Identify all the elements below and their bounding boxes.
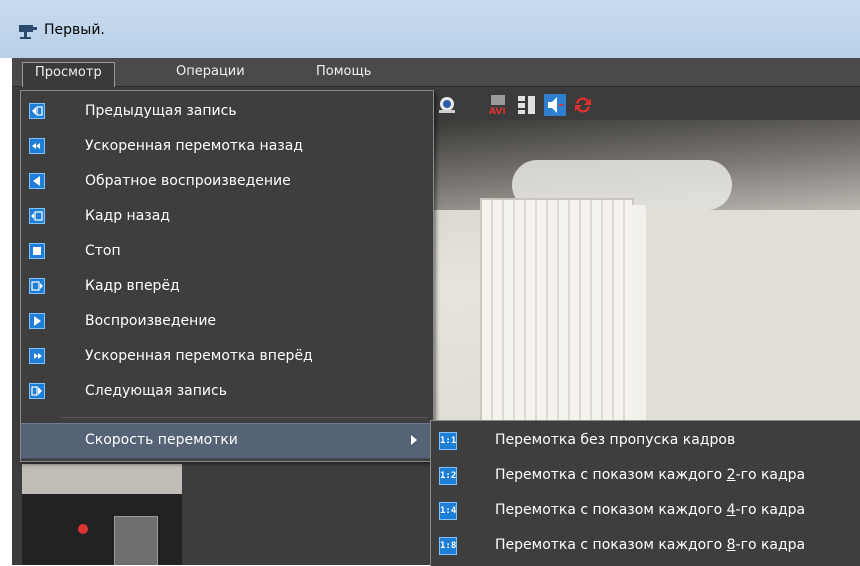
camera-preview[interactable]	[22, 464, 182, 565]
preview-background	[22, 464, 182, 494]
menu-item-label: Предыдущая запись	[85, 103, 237, 119]
rewind-speed-submenu: 1:1 Перемотка без пропуска кадров 1:2 Пе…	[430, 420, 860, 566]
menu-item-previous-record[interactable]: Предыдущая запись	[21, 95, 433, 129]
label-part: -го кадра	[735, 537, 806, 553]
label-part: Перемотка с показом каждого	[495, 537, 727, 553]
label-part: -го кадра	[735, 467, 806, 483]
menu-bar: Просмотр Операции Помощь	[12, 58, 860, 87]
menu-item-label: Стоп	[85, 243, 121, 259]
sync-icon[interactable]	[572, 94, 594, 116]
label-part: Перемотка с показом каждого	[495, 467, 727, 483]
menu-item-label: Воспроизведение	[85, 313, 217, 329]
next-record-icon	[29, 383, 45, 399]
label-accelerator: 4	[726, 502, 736, 518]
menu-item-fast-forward[interactable]: Ускоренная перемотка вперёд	[21, 340, 433, 374]
title-bar: Первый.	[0, 0, 860, 58]
menu-item-frame-back[interactable]: Кадр назад	[21, 200, 433, 234]
layout-icon[interactable]	[516, 94, 538, 116]
menu-item-play[interactable]: Воспроизведение	[21, 305, 433, 339]
toolbar: AVI	[432, 90, 860, 120]
label-part: Перемотка с показом каждого	[495, 502, 727, 518]
label-part: -го кадра	[735, 502, 806, 518]
snapshot-icon[interactable]	[436, 94, 458, 116]
frame-forward-icon	[29, 278, 45, 294]
label-accelerator: 8	[726, 537, 736, 553]
play-icon	[29, 313, 45, 329]
menu-item-fast-rewind[interactable]: Ускоренная перемотка назад	[21, 130, 433, 164]
menu-item-label: Ускоренная перемотка вперёд	[85, 348, 313, 364]
menu-view[interactable]: Просмотр	[22, 62, 115, 87]
menu-item-stop[interactable]: Стоп	[21, 235, 433, 269]
window-title: Первый.	[44, 22, 105, 38]
menu-item-frame-forward[interactable]: Кадр вперёд	[21, 270, 433, 304]
speed-1-1-icon: 1:1	[439, 432, 457, 450]
menu-item-label: Кадр назад	[85, 208, 170, 224]
submenu-item-label: Перемотка с показом каждого 2-го кадра	[495, 467, 805, 483]
view-dropdown-menu: Предыдущая запись Ускоренная перемотка н…	[20, 90, 434, 462]
menu-help[interactable]: Помощь	[304, 62, 383, 81]
export-avi-icon[interactable]: AVI	[488, 94, 510, 116]
speed-1-8-icon: 1:8	[439, 537, 457, 555]
svg-text:AVI: AVI	[489, 107, 506, 116]
submenu-item-1-1[interactable]: 1:1 Перемотка без пропуска кадров	[431, 423, 860, 458]
submenu-item-1-4[interactable]: 1:4 Перемотка с показом каждого 4-го кад…	[431, 493, 860, 528]
label-accelerator: 2	[726, 467, 736, 483]
submenu-item-1-8[interactable]: 1:8 Перемотка с показом каждого 8-го кад…	[431, 528, 860, 563]
menu-operations[interactable]: Операции	[164, 62, 257, 81]
fast-rewind-icon	[29, 138, 45, 154]
sound-icon[interactable]	[544, 94, 566, 116]
stop-icon	[29, 243, 45, 259]
menu-item-label: Скорость перемотки	[85, 432, 238, 448]
menu-item-next-record[interactable]: Следующая запись	[21, 375, 433, 409]
camera-icon	[19, 25, 37, 39]
submenu-arrow-icon	[411, 435, 417, 445]
submenu-item-1-2[interactable]: 1:2 Перемотка с показом каждого 2-го кад…	[431, 458, 860, 493]
reverse-play-icon	[29, 173, 45, 189]
fast-forward-icon	[29, 348, 45, 364]
previous-record-icon	[29, 103, 45, 119]
submenu-item-label: Перемотка с показом каждого 8-го кадра	[495, 537, 805, 553]
submenu-item-label: Перемотка с показом каждого 4-го кадра	[495, 502, 805, 518]
menu-item-label: Следующая запись	[85, 383, 227, 399]
menu-item-label: Обратное воспроизведение	[85, 173, 291, 189]
speed-1-2-icon: 1:2	[439, 467, 457, 485]
menu-item-label: Кадр вперёд	[85, 278, 180, 294]
submenu-item-label: Перемотка без пропуска кадров	[495, 432, 736, 448]
menu-item-rewind-speed[interactable]: Скорость перемотки	[21, 423, 433, 459]
menu-separator	[61, 417, 427, 418]
preview-object	[114, 516, 158, 565]
preview-indicator	[78, 524, 88, 534]
menu-item-label: Ускоренная перемотка назад	[85, 138, 303, 154]
menu-item-reverse-play[interactable]: Обратное воспроизведение	[21, 165, 433, 199]
speed-1-4-icon: 1:4	[439, 502, 457, 520]
frame-back-icon	[29, 208, 45, 224]
